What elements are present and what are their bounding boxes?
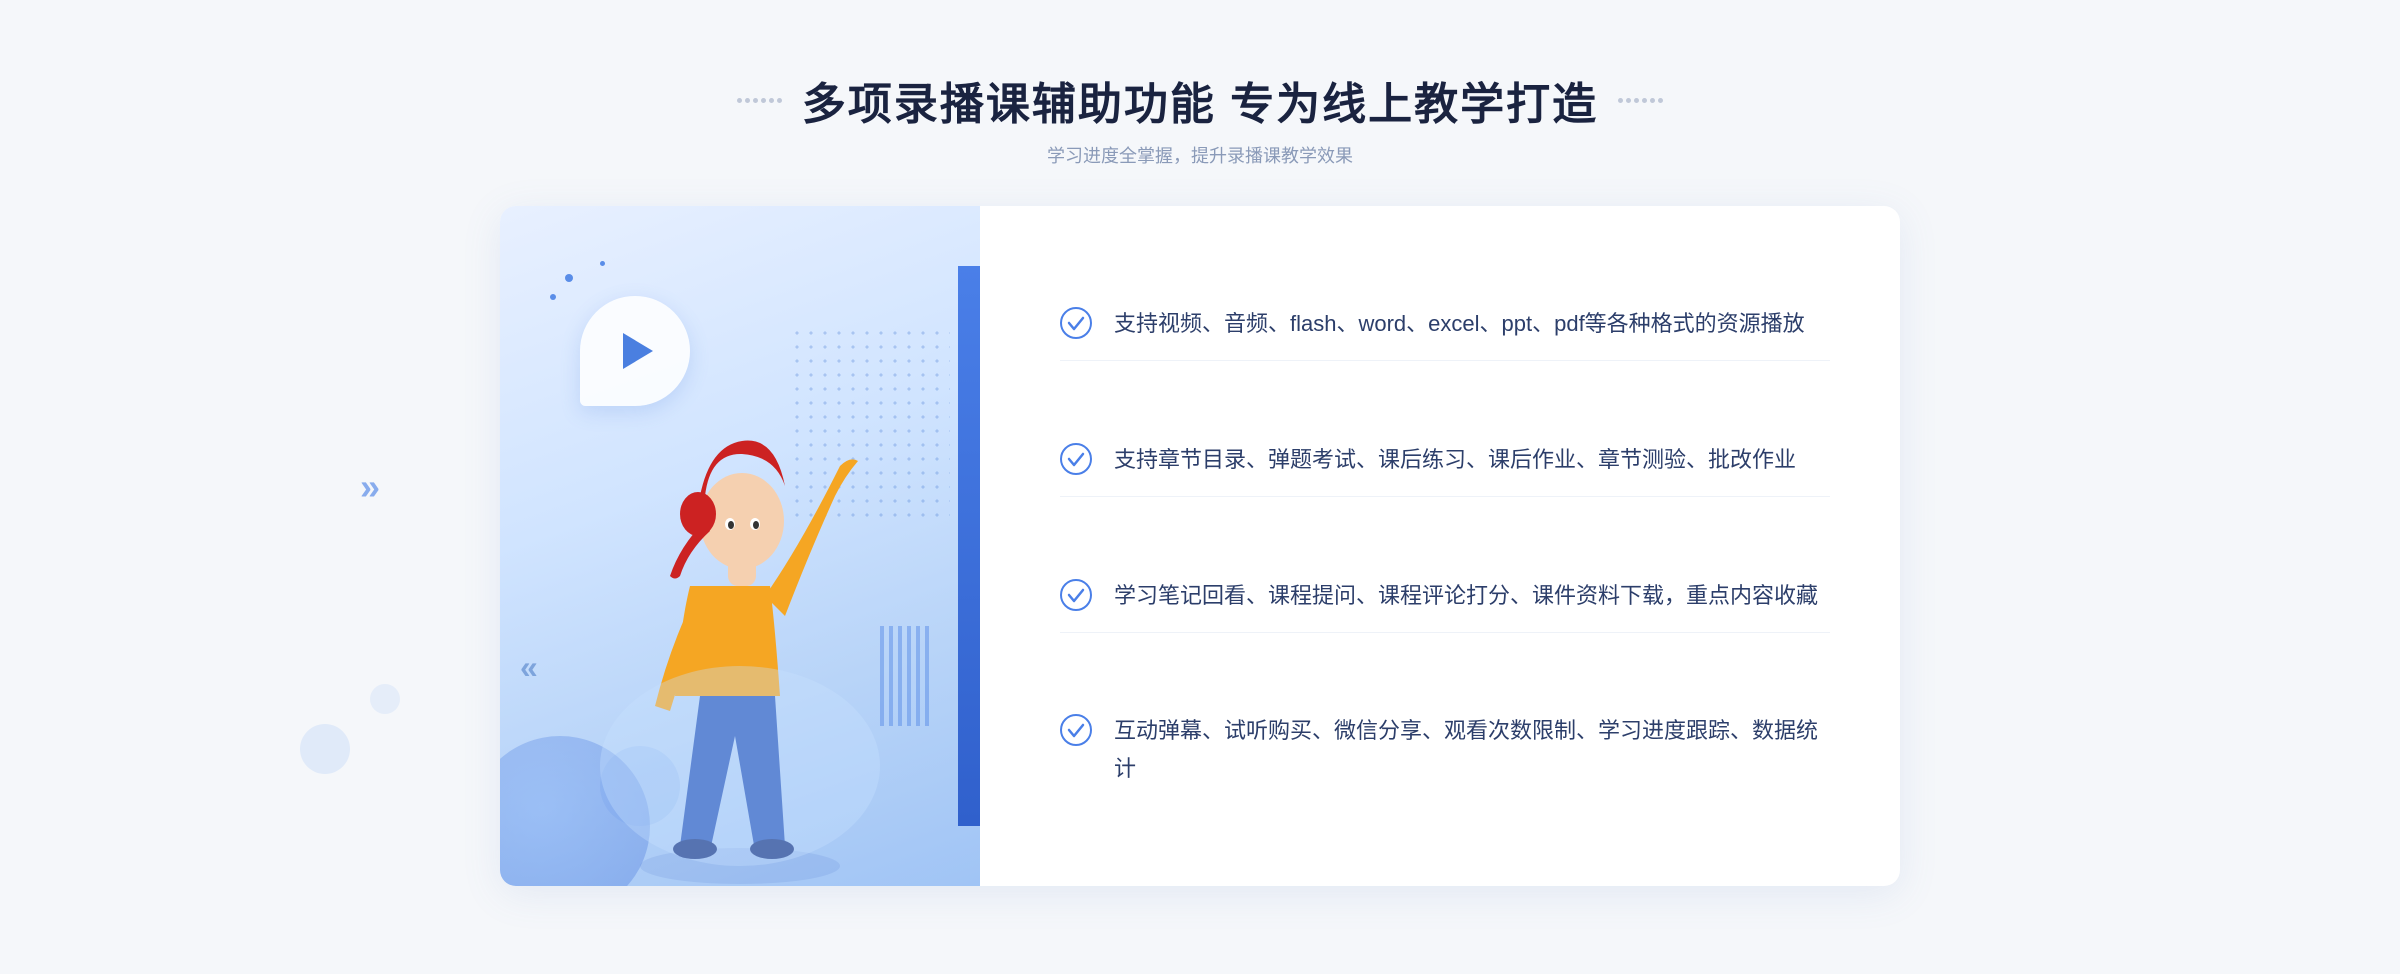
page-title: 多项录播课辅助功能 专为线上教学打造: [802, 68, 1598, 132]
sparkle-1: [565, 274, 573, 282]
title-dots-left: [737, 98, 782, 103]
feature-item-1: 支持视频、音频、flash、word、excel、ppt、pdf等各种格式的资源…: [1060, 287, 1830, 361]
feature-text-3: 学习笔记回看、课程提问、课程评论打分、课件资料下载，重点内容收藏: [1114, 577, 1818, 614]
illustration-panel: «: [500, 206, 980, 886]
title-dots-right: [1618, 98, 1663, 103]
page-subtitle: 学习进度全掌握，提升录播课教学效果: [737, 142, 1663, 168]
features-panel: 支持视频、音频、flash、word、excel、ppt、pdf等各种格式的资源…: [980, 206, 1900, 886]
figure-illustration: [580, 366, 900, 886]
blue-stripe: [958, 266, 980, 826]
content-card: «: [500, 206, 1900, 886]
check-icon-4: [1060, 714, 1092, 746]
feature-item-4: 互动弹幕、试听购买、微信分享、观看次数限制、学习进度跟踪、数据统计: [1060, 694, 1830, 805]
feature-text-4: 互动弹幕、试听购买、微信分享、观看次数限制、学习进度跟踪、数据统计: [1114, 712, 1830, 787]
play-icon: [623, 333, 653, 369]
sparkle-2: [600, 261, 605, 266]
check-icon-2: [1060, 443, 1092, 475]
check-icon-1: [1060, 307, 1092, 339]
feature-item-2: 支持章节目录、弹题考试、课后练习、课后作业、章节测验、批改作业: [1060, 423, 1830, 497]
check-icon-3: [1060, 579, 1092, 611]
sparkle-3: [550, 294, 556, 300]
deco-circle-2: [370, 684, 400, 714]
chevron-left-deco: «: [520, 649, 538, 686]
header-section: 多项录播课辅助功能 专为线上教学打造 学习进度全掌握，提升录播课教学效果: [737, 68, 1663, 168]
feature-item-3: 学习笔记回看、课程提问、课程评论打分、课件资料下载，重点内容收藏: [1060, 559, 1830, 633]
feature-text-1: 支持视频、音频、flash、word、excel、ppt、pdf等各种格式的资源…: [1114, 305, 1805, 342]
chevron-decoration-left: »: [360, 466, 380, 508]
title-row: 多项录播课辅助功能 专为线上教学打造: [737, 68, 1663, 132]
deco-circle-1: [300, 724, 350, 774]
page-wrapper: » 多项录播课辅助功能 专为线上教学打造 学习进度全掌握，提升录播课教学效果: [0, 0, 2400, 974]
feature-text-2: 支持章节目录、弹题考试、课后练习、课后作业、章节测验、批改作业: [1114, 441, 1796, 478]
